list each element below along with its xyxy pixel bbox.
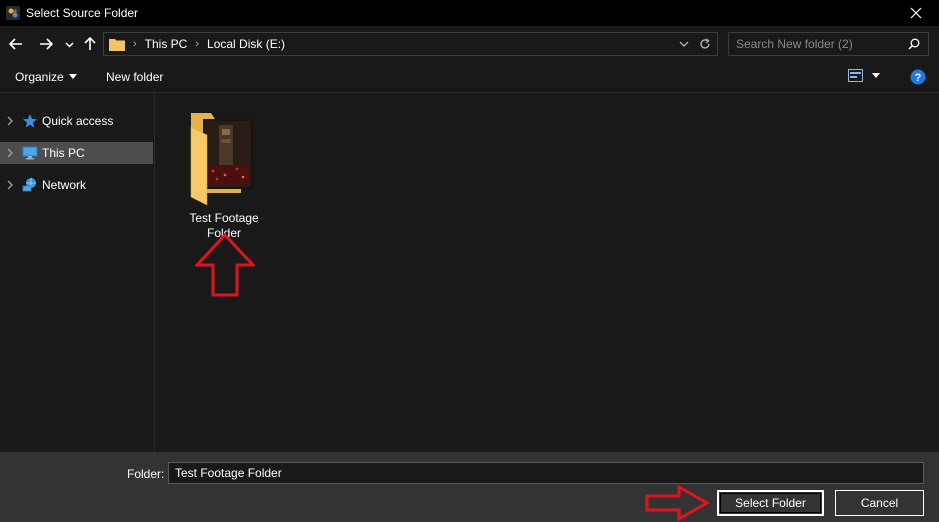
- chevron-down-icon: [64, 41, 74, 48]
- address-bar[interactable]: › This PC › Local Disk (E:): [103, 32, 718, 56]
- monitor-icon: [22, 146, 38, 160]
- recent-locations-button[interactable]: [62, 34, 76, 54]
- sidebar-item-this-pc[interactable]: This PC: [0, 142, 153, 164]
- organize-label: Organize: [15, 70, 64, 84]
- title-bar: Select Source Folder: [0, 0, 939, 26]
- up-button[interactable]: [82, 34, 98, 54]
- cancel-button[interactable]: Cancel: [835, 490, 924, 516]
- view-options-button[interactable]: [848, 69, 880, 82]
- back-button[interactable]: [6, 34, 26, 54]
- sidebar-item-quick-access[interactable]: Quick access: [0, 110, 153, 132]
- search-input[interactable]: Search New folder (2): [736, 37, 908, 51]
- chevron-right-icon[interactable]: [6, 180, 14, 190]
- folder-name-line-1: Test Footage: [189, 211, 259, 225]
- refresh-icon[interactable]: [699, 38, 711, 50]
- help-icon: ?: [910, 69, 926, 85]
- svg-text:?: ?: [915, 72, 922, 84]
- folder-icon: [109, 39, 125, 51]
- breadcrumb-separator-icon: ›: [195, 38, 200, 50]
- close-icon: [910, 7, 922, 19]
- sidebar-item-label: This PC: [42, 146, 85, 160]
- caret-down-icon: [872, 72, 880, 78]
- star-icon: [23, 114, 37, 128]
- sidebar-item-label: Network: [42, 178, 87, 192]
- window-title: Select Source Folder: [26, 6, 139, 20]
- folder-name-input[interactable]: Test Footage Folder: [168, 462, 924, 484]
- dialog-footer: Folder: Test Footage Folder Select Folde…: [0, 452, 939, 522]
- organize-button[interactable]: Organize: [15, 70, 77, 84]
- new-folder-button[interactable]: New folder: [106, 70, 163, 84]
- view-icon: [848, 69, 863, 82]
- annotation-up-arrow-icon: [195, 233, 255, 297]
- arrow-left-icon: [9, 38, 22, 50]
- network-icon: [22, 178, 36, 192]
- navigation-bar: › This PC › Local Disk (E:) Search New f…: [0, 26, 939, 64]
- sidebar-item-network[interactable]: Network: [0, 174, 153, 196]
- breadcrumb-separator-icon: ›: [133, 38, 137, 50]
- breadcrumb-this-pc[interactable]: This PC: [145, 37, 188, 51]
- address-dropdown-icon[interactable]: [679, 39, 689, 49]
- search-box[interactable]: Search New folder (2): [728, 32, 929, 56]
- app-icon: [6, 6, 20, 20]
- help-button[interactable]: ?: [910, 69, 926, 85]
- navigation-pane: Quick access This PC Network: [0, 93, 155, 452]
- command-bar: Organize New folder ?: [0, 64, 939, 93]
- search-icon: [908, 38, 920, 50]
- folder-icon: [190, 113, 253, 205]
- forward-button[interactable]: [36, 34, 56, 54]
- chevron-right-icon[interactable]: [6, 148, 14, 158]
- new-folder-label: New folder: [106, 70, 164, 84]
- folder-field-label: Folder:: [127, 467, 165, 481]
- sidebar-item-label: Quick access: [42, 114, 114, 128]
- breadcrumb-local-disk[interactable]: Local Disk (E:): [207, 37, 285, 51]
- arrow-right-icon: [40, 38, 53, 50]
- close-button[interactable]: [893, 0, 939, 26]
- file-list[interactable]: Test Footage Folder: [155, 93, 939, 452]
- annotation-right-arrow-icon: [645, 485, 709, 521]
- arrow-up-icon: [84, 37, 96, 50]
- folder-item[interactable]: Test Footage Folder: [181, 105, 267, 240]
- select-folder-button[interactable]: Select Folder: [717, 490, 824, 516]
- caret-down-icon: [68, 74, 77, 79]
- chevron-right-icon[interactable]: [6, 116, 14, 126]
